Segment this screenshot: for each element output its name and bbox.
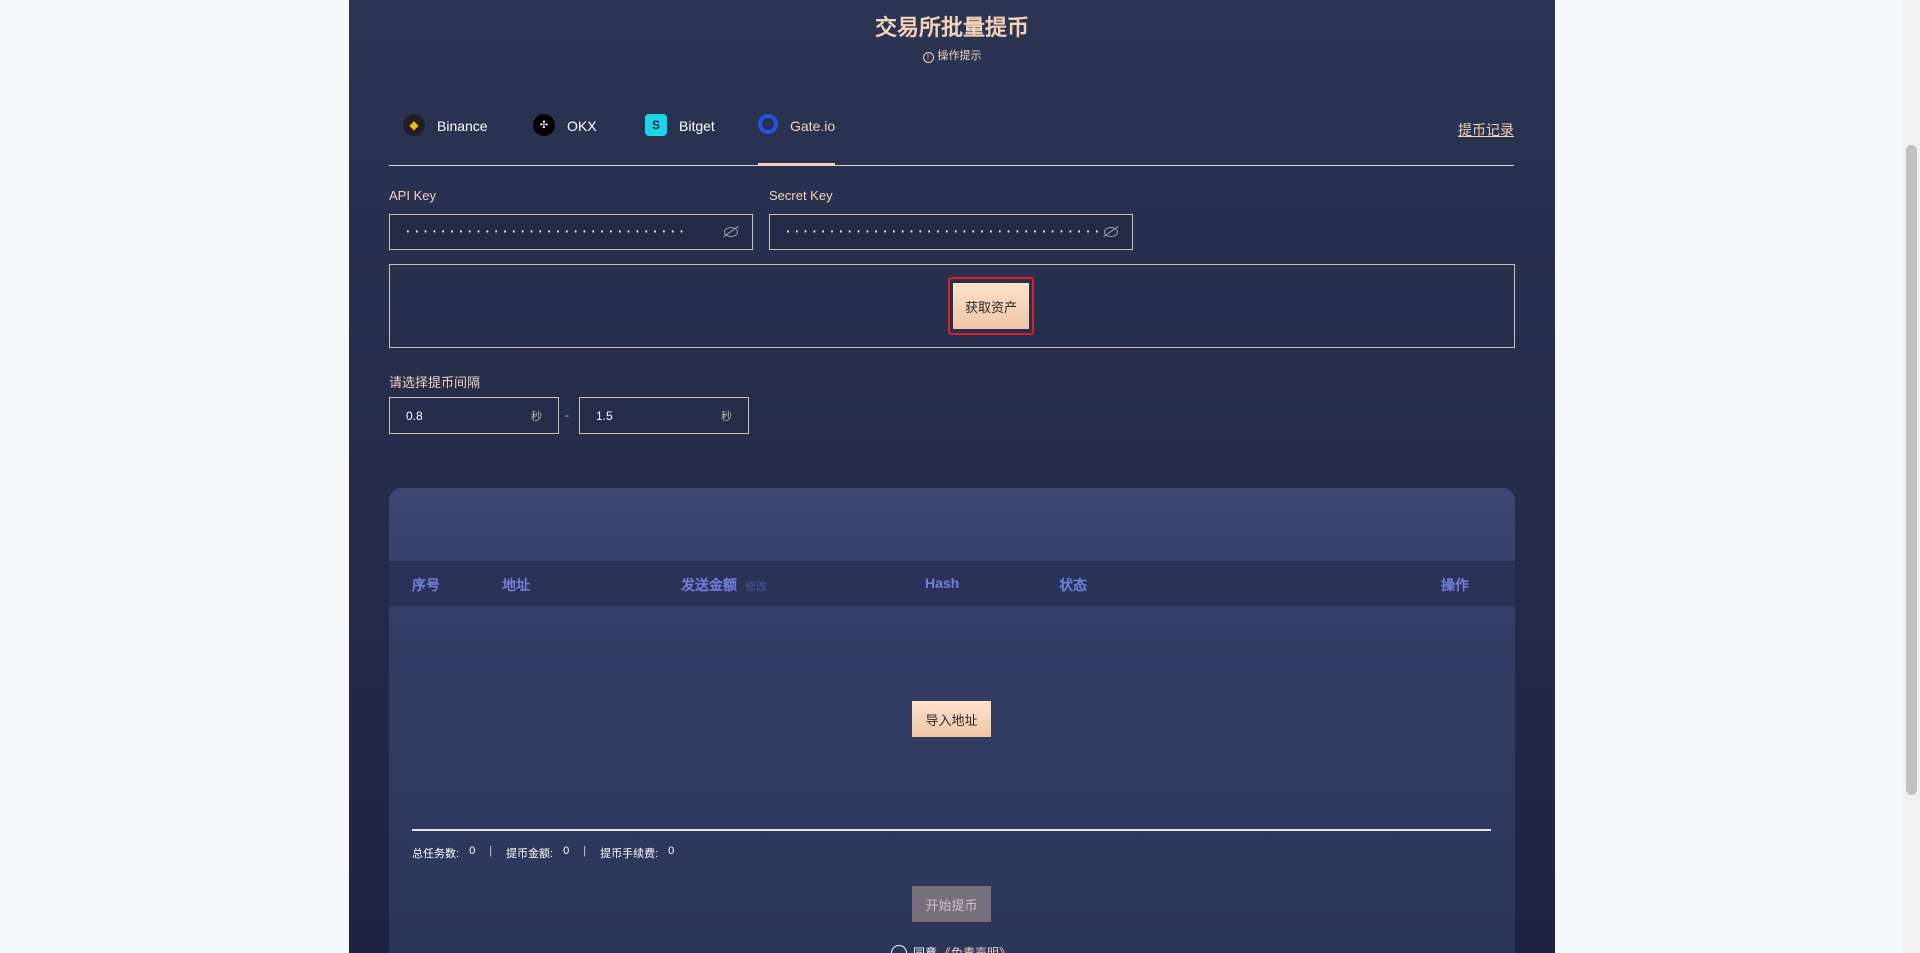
info-icon: ! [922, 52, 934, 63]
secret-key-input[interactable] [784, 224, 1104, 240]
interval-min-field[interactable]: 0.8 秒 [389, 397, 559, 434]
fetch-assets-button[interactable]: 获取资产 [953, 283, 1029, 329]
withdraw-amount-value: 0 [563, 845, 570, 857]
gateio-icon [758, 114, 778, 134]
scrollbar-thumb[interactable] [1906, 145, 1917, 795]
column-header-address: 地址 [502, 577, 530, 593]
separator: | [489, 845, 493, 857]
api-key-input[interactable] [404, 224, 724, 240]
tab-gateio[interactable]: Gate.io [758, 114, 836, 165]
column-header-amount: 发送金额 修改 [681, 575, 767, 595]
page-scrollbar[interactable] [1903, 0, 1920, 953]
start-withdraw-button[interactable]: 开始提币 [912, 886, 991, 922]
tab-label: Binance [437, 118, 488, 134]
bitget-icon: S [645, 114, 667, 136]
secret-key-label: Secret Key [769, 188, 833, 203]
agree-label: 同意 [913, 946, 938, 953]
agree-radio[interactable] [891, 944, 907, 953]
disclaimer-link[interactable]: 《免责声明》 [939, 944, 1011, 953]
divider [412, 829, 1491, 831]
eye-hidden-icon[interactable] [724, 227, 738, 237]
withdraw-fee-value: 0 [668, 845, 675, 857]
separator: | [583, 845, 587, 857]
total-tasks-label: 总任务数: [412, 848, 460, 860]
api-key-field[interactable] [389, 214, 753, 250]
interval-max-value[interactable]: 1.5 [596, 409, 721, 423]
withdraw-records-link[interactable]: 提币记录 [1458, 120, 1514, 140]
agree-disclaimer[interactable]: 同意 《免责声明》 [891, 944, 1011, 953]
exchange-tabs: ◆ Binance ✣ OKX S Bitget Gate.io 提币记录 [389, 110, 1514, 166]
withdraw-table-card: 序号 地址 发送金额 修改 Hash 状态 操作 导入地址 总任务数: 0 | 提… [389, 488, 1515, 953]
page-title: 交易所批量提币 [874, 15, 1029, 40]
import-address-button[interactable]: 导入地址 [912, 701, 991, 737]
interval-max-field[interactable]: 1.5 秒 [579, 397, 749, 434]
main-panel: 交易所批量提币 ! 操作提示 ◆ Binance ✣ OKX S Bitget G… [349, 0, 1555, 953]
table-header: 序号 地址 发送金额 修改 Hash 状态 操作 [389, 561, 1515, 606]
operation-tip[interactable]: ! 操作提示 [349, 47, 1555, 63]
tab-label: OKX [567, 118, 597, 134]
unit-label: 秒 [531, 410, 542, 423]
api-key-label: API Key [389, 188, 436, 203]
column-header-hash: Hash [925, 575, 960, 591]
column-header-index: 序号 [412, 577, 440, 593]
column-header-status: 状态 [1059, 577, 1087, 593]
secret-key-field[interactable] [769, 214, 1133, 250]
interval-separator: - [565, 408, 569, 422]
column-header-action: 操作 [1441, 577, 1469, 593]
stats-bar: 总任务数: 0 | 提币金额: 0 | 提币手续费: 0 [412, 845, 674, 861]
total-tasks-value: 0 [469, 845, 476, 857]
asset-panel: 获取资产 [389, 264, 1515, 348]
withdraw-fee-label: 提币手续费: [600, 848, 659, 860]
amount-edit-link[interactable]: 修改 [745, 581, 767, 593]
binance-icon: ◆ [403, 114, 425, 136]
tab-binance[interactable]: ◆ Binance [403, 114, 488, 165]
okx-icon: ✣ [533, 114, 555, 136]
eye-hidden-icon[interactable] [1104, 227, 1118, 237]
interval-min-value[interactable]: 0.8 [406, 409, 531, 423]
tab-bitget[interactable]: S Bitget [645, 114, 715, 165]
tab-label: Bitget [679, 118, 715, 134]
column-header-amount-label: 发送金额 [681, 577, 737, 593]
tip-label: 操作提示 [937, 50, 982, 62]
tab-okx[interactable]: ✣ OKX [533, 114, 597, 165]
unit-label: 秒 [721, 410, 732, 423]
tab-label: Gate.io [790, 118, 836, 134]
interval-label: 请选择提币间隔 [389, 375, 481, 390]
withdraw-amount-label: 提币金额: [506, 848, 554, 860]
